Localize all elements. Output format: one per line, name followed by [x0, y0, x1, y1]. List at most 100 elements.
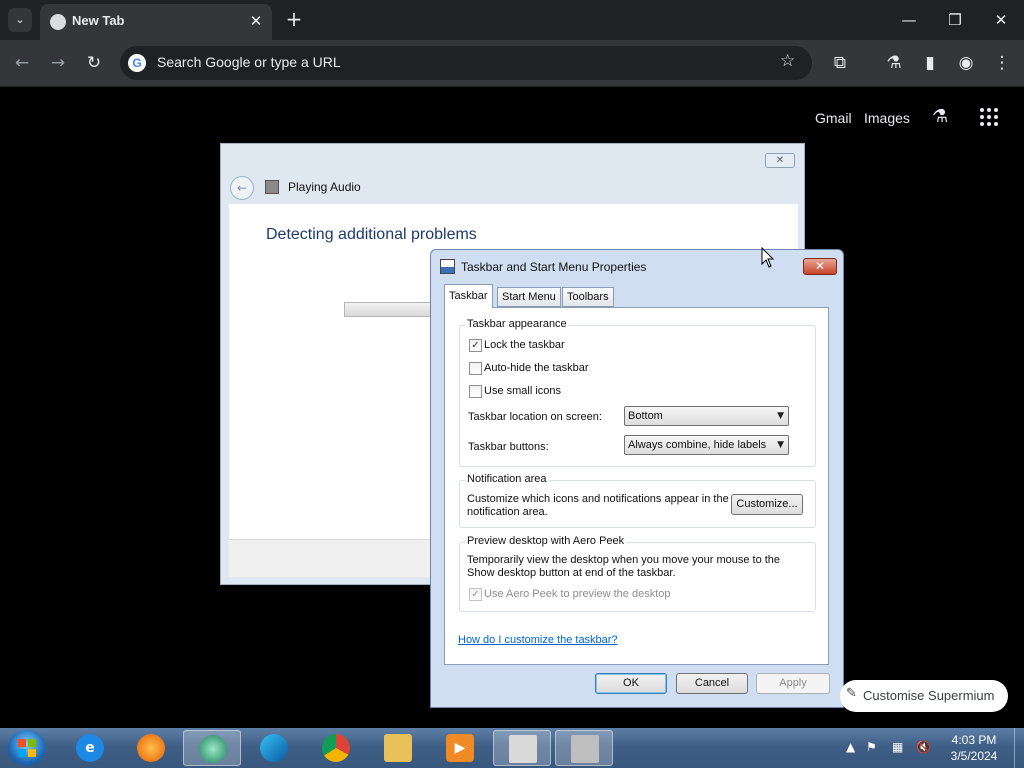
menu-icon[interactable]: ⋮ [990, 51, 1014, 75]
troubleshooter-icon [265, 180, 279, 194]
taskbar-clock[interactable]: 4:03 PM 3/5/2024 [946, 732, 1002, 764]
pencil-icon: ✎ [846, 686, 857, 701]
tab-new-tab[interactable]: New Tab ✕ [40, 4, 272, 40]
small-icons-checkbox[interactable] [469, 385, 482, 398]
tab-search-button[interactable]: ⌄ [8, 8, 32, 32]
images-link[interactable]: Images [864, 110, 910, 126]
lock-taskbar-checkbox[interactable]: ✓ [469, 339, 482, 352]
show-hidden-icons-icon[interactable]: ▲ [846, 740, 855, 754]
taskbar-buttons-value: Always combine, hide labels [628, 439, 767, 451]
troubleshooter-heading: Detecting additional problems [266, 226, 477, 243]
aero-text-2: Show desktop button at end of the taskba… [467, 567, 676, 579]
mouse-cursor-icon [761, 247, 775, 268]
google-g-icon: G [128, 54, 146, 72]
progress-bar [344, 302, 444, 317]
customize-button[interactable]: Customize... [731, 494, 803, 515]
browser-tab-strip: ⌄ New Tab ✕ + — ❐ ✕ [0, 0, 1024, 40]
action-center-flag-icon[interactable]: ⚑ [866, 740, 877, 754]
customise-supermium-label: Customise Supermium [863, 688, 995, 703]
chevron-down-icon: ⌄ [15, 13, 25, 26]
dialog-title: Taskbar and Start Menu Properties [461, 260, 647, 274]
show-desktop-button[interactable] [1014, 728, 1024, 768]
browser-toolbar: ← → ↻ G Search Google or type a URL ☆ ⧉ … [0, 40, 1024, 87]
media-player-icon: ▶ [446, 734, 474, 762]
star-icon[interactable]: ☆ [780, 51, 795, 71]
taskbar-properties-app-icon [509, 735, 537, 763]
taskbar-app-chrome[interactable] [307, 730, 365, 766]
taskbar-tab-panel: Taskbar appearance ✓ Lock the taskbar Au… [444, 307, 829, 665]
supermium-icon [199, 735, 227, 763]
profile-icon[interactable]: ◉ [954, 51, 978, 75]
lock-taskbar-label: Lock the taskbar [484, 339, 565, 351]
back-arrow-icon[interactable]: ← [230, 176, 254, 200]
reload-icon[interactable]: ↻ [82, 51, 106, 75]
taskbar-properties-icon [440, 259, 455, 274]
troubleshooter-close-button[interactable]: ✕ [765, 153, 795, 168]
volume-muted-icon[interactable]: 🔇 [916, 740, 931, 754]
labs-icon[interactable]: ⚗ [882, 51, 906, 75]
tab-close-button[interactable]: ✕ [246, 11, 266, 31]
clock-time: 4:03 PM [951, 733, 997, 747]
taskbar-app-edge[interactable] [245, 730, 303, 766]
taskbar-app-ie[interactable]: e [61, 730, 119, 766]
apply-button: Apply [756, 673, 830, 694]
folder-icon [384, 734, 412, 762]
edge-icon [260, 734, 288, 762]
tab-toolbars[interactable]: Toolbars [562, 287, 614, 307]
restore-button[interactable]: ❐ [932, 0, 978, 40]
tab-taskbar[interactable]: Taskbar [444, 284, 493, 308]
dialog-close-button[interactable]: ✕ [803, 258, 837, 275]
labs-ntp-icon[interactable]: ⚗ [932, 106, 948, 127]
ok-button[interactable]: OK [595, 673, 667, 694]
forward-icon[interactable]: → [46, 51, 70, 75]
taskbar-app-media-player[interactable]: ▶ [431, 730, 489, 766]
clock-date: 3/5/2024 [950, 749, 998, 763]
cancel-button[interactable]: Cancel [676, 673, 748, 694]
taskbar-app-explorer[interactable] [369, 730, 427, 766]
customise-supermium-button[interactable]: ✎ Customise Supermium [840, 680, 1008, 712]
notification-text-1: Customize which icons and notifications … [467, 493, 729, 505]
back-icon[interactable]: ← [10, 51, 34, 75]
new-tab-button[interactable]: + [282, 8, 306, 32]
help-link[interactable]: How do I customize the taskbar? [458, 634, 618, 646]
start-button[interactable] [8, 730, 46, 766]
omnibox[interactable]: G Search Google or type a URL ☆ [120, 46, 812, 80]
group-label-aero: Preview desktop with Aero Peek [465, 535, 627, 547]
auto-hide-label: Auto-hide the taskbar [484, 362, 589, 374]
taskbar-properties-dialog: Taskbar and Start Menu Properties ✕ Task… [430, 249, 844, 708]
aero-peek-label: Use Aero Peek to preview the desktop [484, 588, 671, 600]
aero-text-1: Temporarily view the desktop when you mo… [467, 554, 781, 566]
tab-title: New Tab [72, 13, 125, 28]
chrome-icon [322, 734, 350, 762]
location-label: Taskbar location on screen: [468, 411, 602, 423]
minimize-button[interactable]: — [886, 0, 932, 40]
notification-text-2: notification area. [467, 506, 548, 518]
tab-start-menu[interactable]: Start Menu [497, 287, 561, 307]
taskbar-app-firefox[interactable] [122, 730, 180, 766]
small-icons-label: Use small icons [484, 385, 562, 397]
extensions-icon[interactable]: ⧉ [828, 51, 852, 75]
taskbar-buttons-select[interactable]: Always combine, hide labels ▼ [624, 435, 789, 455]
group-label-appearance: Taskbar appearance [465, 318, 569, 330]
windows-logo-icon [18, 739, 36, 757]
group-label-notification: Notification area [465, 473, 549, 485]
apps-grid-icon[interactable] [980, 108, 1000, 128]
firefox-icon [137, 734, 165, 762]
side-panel-icon[interactable]: ▮ [918, 51, 942, 75]
dropdown-arrow-icon: ▼ [777, 411, 784, 421]
gmail-link[interactable]: Gmail [815, 110, 852, 126]
omnibox-placeholder: Search Google or type a URL [157, 54, 341, 70]
dropdown-arrow-icon: ▼ [777, 440, 784, 450]
taskbar-app-supermium[interactable] [183, 730, 241, 766]
taskbar-app-taskbar-properties[interactable] [493, 730, 551, 766]
troubleshooter-app-icon [571, 735, 599, 763]
auto-hide-checkbox[interactable] [469, 362, 482, 375]
troubleshooter-title: Playing Audio [288, 180, 361, 194]
taskbar-location-select[interactable]: Bottom ▼ [624, 406, 789, 426]
taskbar-app-troubleshooter[interactable] [555, 730, 613, 766]
internet-explorer-icon: e [76, 734, 104, 762]
buttons-label: Taskbar buttons: [468, 441, 549, 453]
window-close-button[interactable]: ✕ [978, 0, 1024, 40]
network-icon[interactable]: ▦ [892, 740, 903, 754]
windows-taskbar: e ▶ ▲ ⚑ ▦ 🔇 4:03 PM 3/5/2024 [0, 728, 1024, 768]
